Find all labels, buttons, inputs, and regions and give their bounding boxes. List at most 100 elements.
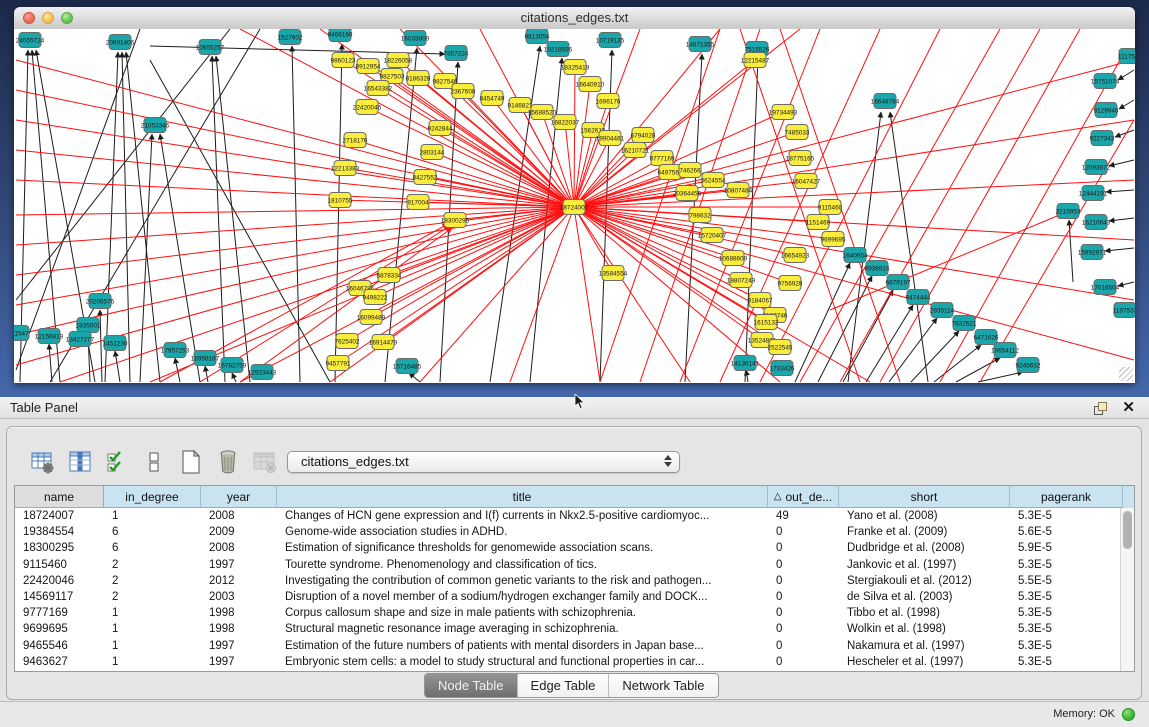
table-cell[interactable]: Jankovic et al. (1997) — [839, 559, 1010, 571]
table-cell[interactable]: 5.3E-5 — [1010, 510, 1123, 522]
table-row[interactable]: 911546021997Tourette syndrome. Phenomeno… — [15, 557, 1134, 573]
graph-edge[interactable] — [574, 84, 590, 207]
table-cell[interactable]: 0 — [768, 559, 839, 571]
graph-node[interactable]: 20364456 — [673, 186, 702, 201]
graph-node[interactable]: 15688520 — [528, 105, 557, 120]
graph-node[interactable]: 15716485 — [393, 359, 422, 374]
graph-node[interactable]: 10688609 — [719, 251, 748, 266]
table-cell[interactable]: Embryonic stem cells: a model to study s… — [277, 656, 768, 668]
graph-node[interactable]: 20691406 — [106, 35, 135, 50]
graph-node[interactable]: 12093872 — [1082, 160, 1111, 175]
graph-node[interactable]: 16782759 — [218, 358, 247, 373]
table-cell[interactable]: 9777169 — [15, 607, 104, 619]
graph-edge[interactable] — [510, 207, 574, 382]
table-cell[interactable]: 1 — [104, 656, 201, 668]
table-row[interactable]: 1938455462009Genome-wide association stu… — [15, 524, 1134, 540]
table-cell[interactable]: 5.5E-5 — [1010, 575, 1123, 587]
column-header-short[interactable]: short — [839, 486, 1010, 508]
graph-node[interactable]: 7857224 — [444, 46, 469, 61]
column-header-in-degree[interactable]: in_degree — [104, 486, 201, 508]
table-cell[interactable]: 5.3E-5 — [1010, 640, 1123, 652]
graph-edge[interactable] — [375, 207, 574, 297]
graph-node[interactable]: 1527602 — [278, 30, 303, 45]
graph-edge[interactable] — [292, 46, 300, 382]
graph-node[interactable]: 12156819 — [35, 329, 64, 344]
graph-node[interactable]: 1117536 — [1118, 49, 1135, 64]
graph-edge[interactable] — [795, 263, 850, 382]
graph-node[interactable]: 9129946 — [1094, 103, 1119, 118]
table-cell[interactable]: 9115460 — [15, 559, 104, 571]
table-cell[interactable]: 49 — [768, 510, 839, 522]
table-cell[interactable]: 1 — [104, 640, 201, 652]
graph-node[interactable]: 7632621 — [952, 316, 977, 331]
graph-node[interactable]: 3215953 — [1056, 204, 1081, 219]
table-row[interactable]: 1872400712008Changes of HCN gene express… — [15, 508, 1134, 524]
float-panel-icon[interactable] — [1094, 402, 1107, 415]
graph-node[interactable]: 6471626 — [974, 330, 999, 345]
graph-node[interactable]: 9245652 — [1016, 358, 1041, 373]
table-cell[interactable]: 0 — [768, 607, 839, 619]
graph-edge[interactable] — [216, 56, 250, 382]
table-cell[interactable]: 2008 — [201, 510, 277, 522]
graph-node[interactable]: 2367608 — [451, 84, 476, 99]
graph-edge[interactable] — [16, 207, 574, 275]
graph-node[interactable]: 1810755 — [328, 193, 353, 208]
table-cell[interactable]: Genome-wide association studies in ADHD. — [277, 526, 768, 538]
graph-node[interactable]: 746266 — [679, 163, 701, 178]
graph-node[interactable]: 5878334 — [377, 268, 402, 283]
table-cell[interactable]: 2 — [104, 575, 201, 587]
network-window[interactable]: citations_edges.txt 24055724206914061065… — [14, 7, 1135, 383]
graph-edge[interactable] — [574, 207, 690, 382]
graph-edge[interactable] — [1118, 70, 1134, 80]
table-cell[interactable]: 2009 — [201, 526, 277, 538]
network-window-titlebar[interactable]: citations_edges.txt — [14, 7, 1135, 30]
table-cell[interactable]: 2012 — [201, 575, 277, 587]
network-canvas[interactable]: 2405572420691406106552571527602846616016… — [14, 29, 1135, 383]
graph-node[interactable]: 12444191 — [1079, 186, 1108, 201]
graph-node[interactable]: 9756928 — [778, 276, 803, 291]
graph-node[interactable]: 18226058 — [384, 53, 413, 68]
table-cell[interactable]: Estimation of the future numbers of pati… — [277, 640, 768, 652]
graph-node[interactable]: 10719135 — [596, 33, 625, 48]
graph-node[interactable]: 16654923 — [781, 248, 810, 263]
graph-node[interactable]: 8186328 — [406, 71, 431, 86]
table-row[interactable]: 946554611997Estimation of the future num… — [15, 638, 1134, 654]
window-resize-grip[interactable] — [1119, 367, 1133, 381]
graph-node[interactable]: 1696176 — [596, 94, 621, 109]
table-cell[interactable]: 5.6E-5 — [1010, 526, 1123, 538]
table-row[interactable]: 969969511998Structural magnetic resonanc… — [15, 621, 1134, 637]
graph-node[interactable]: 16640910 — [576, 77, 605, 92]
table-cell[interactable]: 5.3E-5 — [1010, 591, 1123, 603]
table-cell[interactable]: 0 — [768, 575, 839, 587]
tab-node-table[interactable]: Node Table — [425, 674, 518, 697]
graph-node[interactable]: 9184067 — [748, 293, 773, 308]
graph-node[interactable]: 12215487 — [741, 53, 770, 68]
graph-edge[interactable] — [1119, 100, 1134, 109]
graph-node[interactable]: 8813054 — [525, 29, 550, 44]
graph-edge[interactable] — [1109, 218, 1134, 221]
graph-node[interactable]: 8454749 — [480, 91, 505, 106]
table-settings-icon[interactable] — [30, 449, 56, 475]
graph-edge[interactable] — [409, 373, 420, 382]
graph-edge[interactable] — [889, 318, 937, 382]
graph-edge[interactable] — [574, 207, 741, 280]
table-row[interactable]: 2242004622012Investigating the contribut… — [15, 573, 1134, 589]
select-all-columns-icon[interactable] — [104, 449, 130, 475]
table-cell[interactable]: 9699695 — [15, 623, 104, 635]
table-select-dropdown[interactable]: citations_edges.txt — [287, 451, 680, 473]
graph-node[interactable]: 798632 — [689, 208, 711, 223]
table-cell[interactable]: 1 — [104, 607, 201, 619]
graph-edge[interactable] — [49, 344, 52, 382]
table-cell[interactable]: 1998 — [201, 623, 277, 635]
table-cell[interactable]: 2008 — [201, 542, 277, 554]
graph-node[interactable]: 17957253 — [161, 343, 190, 358]
graph-node[interactable]: 13427277 — [66, 332, 95, 347]
graph-edge[interactable] — [122, 52, 130, 382]
table-cell[interactable]: 5.3E-5 — [1010, 607, 1123, 619]
graph-edge[interactable] — [574, 207, 600, 382]
graph-node[interactable]: 2803144 — [420, 145, 445, 160]
table-cell[interactable]: 5.3E-5 — [1010, 656, 1123, 668]
graph-node[interactable]: 1615132 — [754, 315, 779, 330]
table-cell[interactable]: 18300295 — [15, 542, 104, 554]
table-cell[interactable]: Tibbo et al. (1998) — [839, 607, 1010, 619]
